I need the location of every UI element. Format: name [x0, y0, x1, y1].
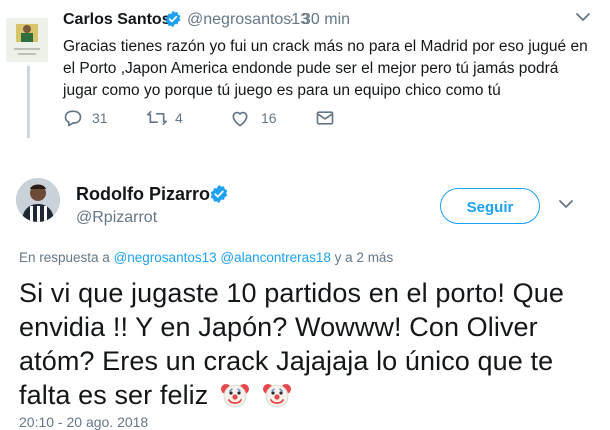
reply-prefix: En respuesta a — [19, 250, 110, 265]
tweet-author-handle[interactable]: @Rpizarrot — [76, 209, 157, 227]
carlos-santos-avatar[interactable] — [6, 18, 48, 62]
mention-link[interactable]: @negrosantos13 — [114, 250, 217, 265]
chevron-down-icon[interactable] — [556, 194, 576, 214]
reply-icon[interactable] — [63, 108, 83, 128]
tweet-date[interactable]: 20:10 - 20 ago. 2018 — [19, 414, 148, 430]
tweet-timestamp[interactable]: 30 min — [302, 11, 350, 29]
reply-suffix[interactable]: y a 2 más — [335, 250, 394, 265]
like-count: 16 — [261, 110, 277, 126]
verified-badge-icon — [164, 10, 182, 28]
thread-line — [27, 66, 30, 138]
tweet-text: Gracias tienes razón yo fui un crack más… — [63, 38, 588, 99]
clown-face-emoji — [262, 380, 292, 410]
retweet-icon[interactable] — [146, 108, 167, 128]
tweet-text-block: Si vi que jugaste 10 partidos en el port… — [19, 276, 599, 412]
mention-link[interactable]: @alancontreras18 — [220, 250, 331, 265]
tweet-author-name[interactable]: Carlos Santos — [63, 11, 171, 29]
chevron-down-icon[interactable] — [574, 8, 592, 26]
reply-context: En respuesta a @negrosantos13 @alancontr… — [19, 250, 393, 265]
reply-count: 31 — [92, 110, 108, 126]
heart-icon[interactable] — [230, 108, 250, 128]
verified-badge-icon — [209, 184, 229, 204]
envelope-icon[interactable] — [315, 108, 335, 128]
retweet-count: 4 — [175, 110, 183, 126]
clown-face-emoji — [220, 380, 250, 410]
tweet-author-name[interactable]: Rodolfo Pizarro — [76, 184, 210, 205]
rodolfo-pizarro-avatar[interactable] — [16, 178, 60, 222]
separator-dot: · — [289, 11, 295, 28]
follow-button[interactable]: Seguir — [440, 188, 540, 224]
